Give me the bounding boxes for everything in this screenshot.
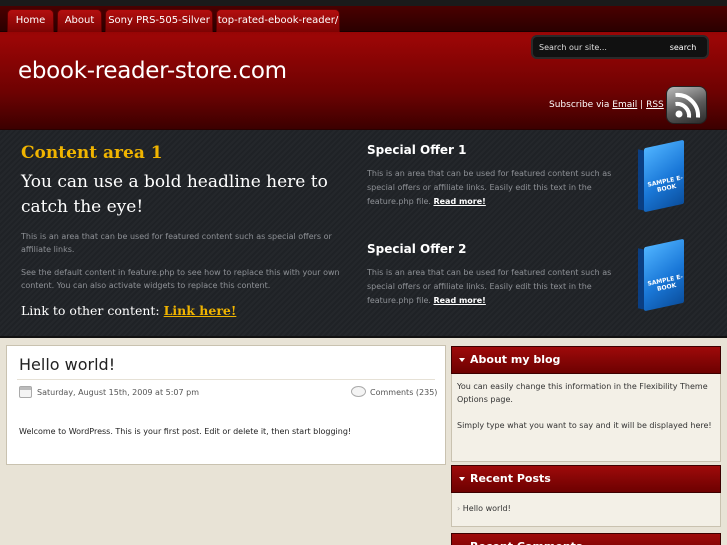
subscribe-line: Subscribe via Email | RSS: [549, 100, 664, 110]
special-offer-1-read-more[interactable]: Read more!: [433, 197, 485, 206]
special-offer-1-text: This is an area that can be used for fea…: [367, 167, 617, 209]
link-here[interactable]: Link here!: [164, 303, 237, 318]
special-offer-2-title: Special Offer 2: [367, 242, 467, 256]
about-text-2: Simply type what you want to say and it …: [457, 421, 712, 430]
widget-about-title[interactable]: About my blog: [451, 346, 721, 374]
content-area-title: Content area 1: [21, 143, 163, 163]
search-box: search: [531, 35, 709, 59]
search-button[interactable]: search: [663, 39, 703, 55]
feature-paragraph-2: See the default content in feature.php t…: [21, 268, 340, 290]
special-offer-1-title: Special Offer 1: [367, 143, 467, 157]
ebook-image-2[interactable]: SAMPLE E-BOOK: [636, 238, 684, 312]
widget-recent-posts-title[interactable]: Recent Posts: [451, 465, 721, 493]
divider: [17, 379, 435, 380]
link-other-label: Link to other content:: [21, 303, 160, 318]
subscribe-label: Subscribe via: [549, 100, 610, 110]
rss-icon[interactable]: [666, 86, 707, 124]
blog-post: Hello world! Saturday, August 15th, 2009…: [6, 345, 446, 465]
search-input[interactable]: [539, 40, 653, 55]
post-comments-link[interactable]: Comments (235): [370, 388, 437, 397]
site-header: Home About Sony PRS-505-Silver top-rated…: [0, 6, 727, 130]
ebook-image-1[interactable]: SAMPLE E-BOOK: [636, 139, 684, 213]
nav-bar: Home About Sony PRS-505-Silver top-rated…: [0, 6, 727, 32]
subscribe-rss-link[interactable]: RSS: [646, 100, 664, 110]
widget-recent-comments-title[interactable]: Recent Comments: [451, 533, 721, 545]
feature-area: Content area 1 You can use a bold headli…: [0, 130, 727, 338]
special-offer-1-body: This is an area that can be used for fea…: [367, 169, 612, 206]
special-offer-2-read-more[interactable]: Read more!: [433, 296, 485, 305]
nav-tab-home[interactable]: Home: [7, 9, 54, 32]
recent-post-item[interactable]: Hello world!: [457, 502, 715, 515]
link-other-content: Link to other content: Link here!: [21, 303, 236, 318]
post-date: Saturday, August 15th, 2009 at 5:07 pm: [37, 388, 200, 397]
widget-about-body: You can easily change this information i…: [451, 374, 721, 462]
post-body: Welcome to WordPress. This is your first…: [19, 427, 352, 436]
post-title[interactable]: Hello world!: [19, 355, 115, 374]
widget-recent-posts-body: Hello world!: [451, 493, 721, 527]
calendar-icon: [19, 386, 32, 398]
comment-icon[interactable]: [351, 386, 366, 397]
special-offer-2-text: This is an area that can be used for fea…: [367, 266, 617, 308]
nav-tab-about[interactable]: About: [57, 9, 102, 32]
nav-tab-sony-prs[interactable]: Sony PRS-505-Silver: [105, 9, 213, 32]
special-offer-2-body: This is an area that can be used for fea…: [367, 268, 612, 305]
subscribe-email-link[interactable]: Email: [612, 100, 637, 110]
feature-paragraph-1: This is an area that can be used for fea…: [21, 232, 332, 254]
feature-headline: You can use a bold headline here to catc…: [21, 172, 328, 217]
subscribe-separator: |: [640, 100, 644, 110]
about-text-1: You can easily change this information i…: [457, 382, 708, 404]
site-title[interactable]: ebook-reader-store.com: [18, 58, 287, 84]
nav-tab-top-rated[interactable]: top-rated-ebook-reader/: [216, 9, 340, 32]
